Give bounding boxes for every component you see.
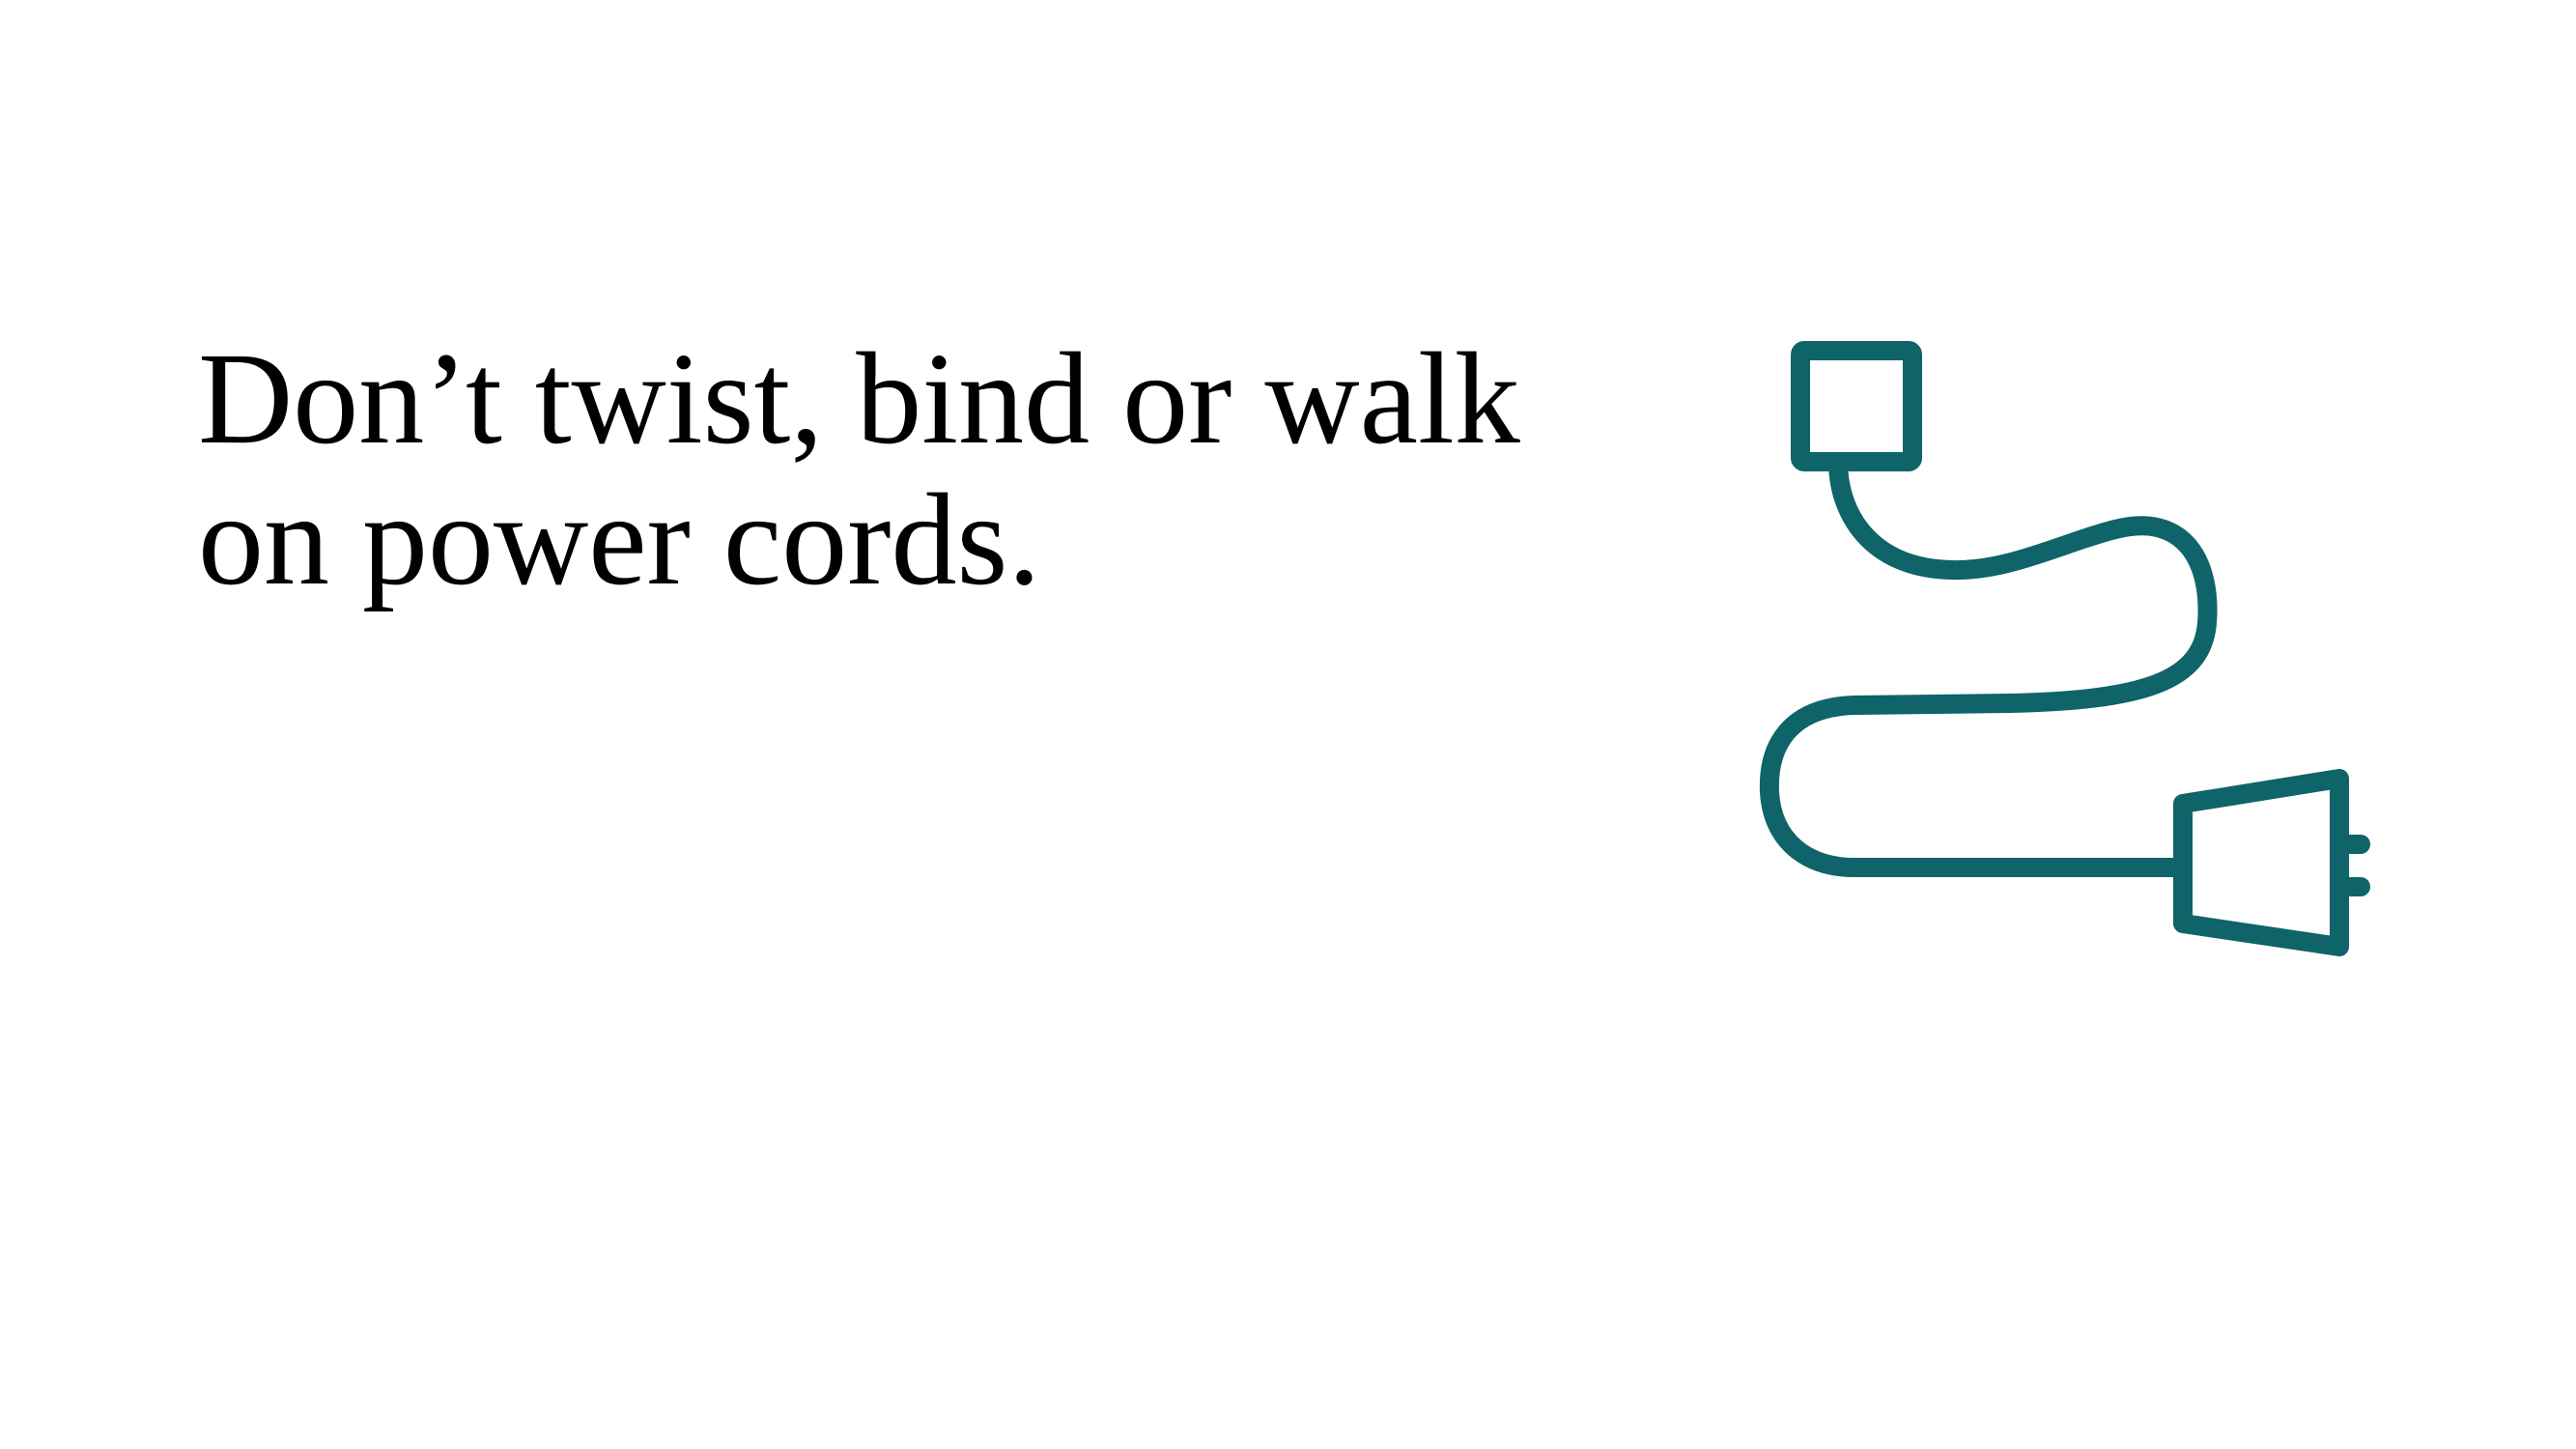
cord-cable: [1759, 452, 2218, 877]
slide: Don’t twist, bind or walk on power cords…: [0, 0, 2576, 1449]
power-cord-icon: [1759, 341, 2370, 956]
slide-headline: Don’t twist, bind or walk on power cords…: [198, 328, 1647, 611]
headline-line-1: Don’t twist, bind or walk: [198, 327, 1520, 471]
plug-body: [2173, 769, 2349, 956]
socket-box: [1791, 341, 1922, 471]
headline-line-2: on power cords.: [198, 468, 1041, 612]
